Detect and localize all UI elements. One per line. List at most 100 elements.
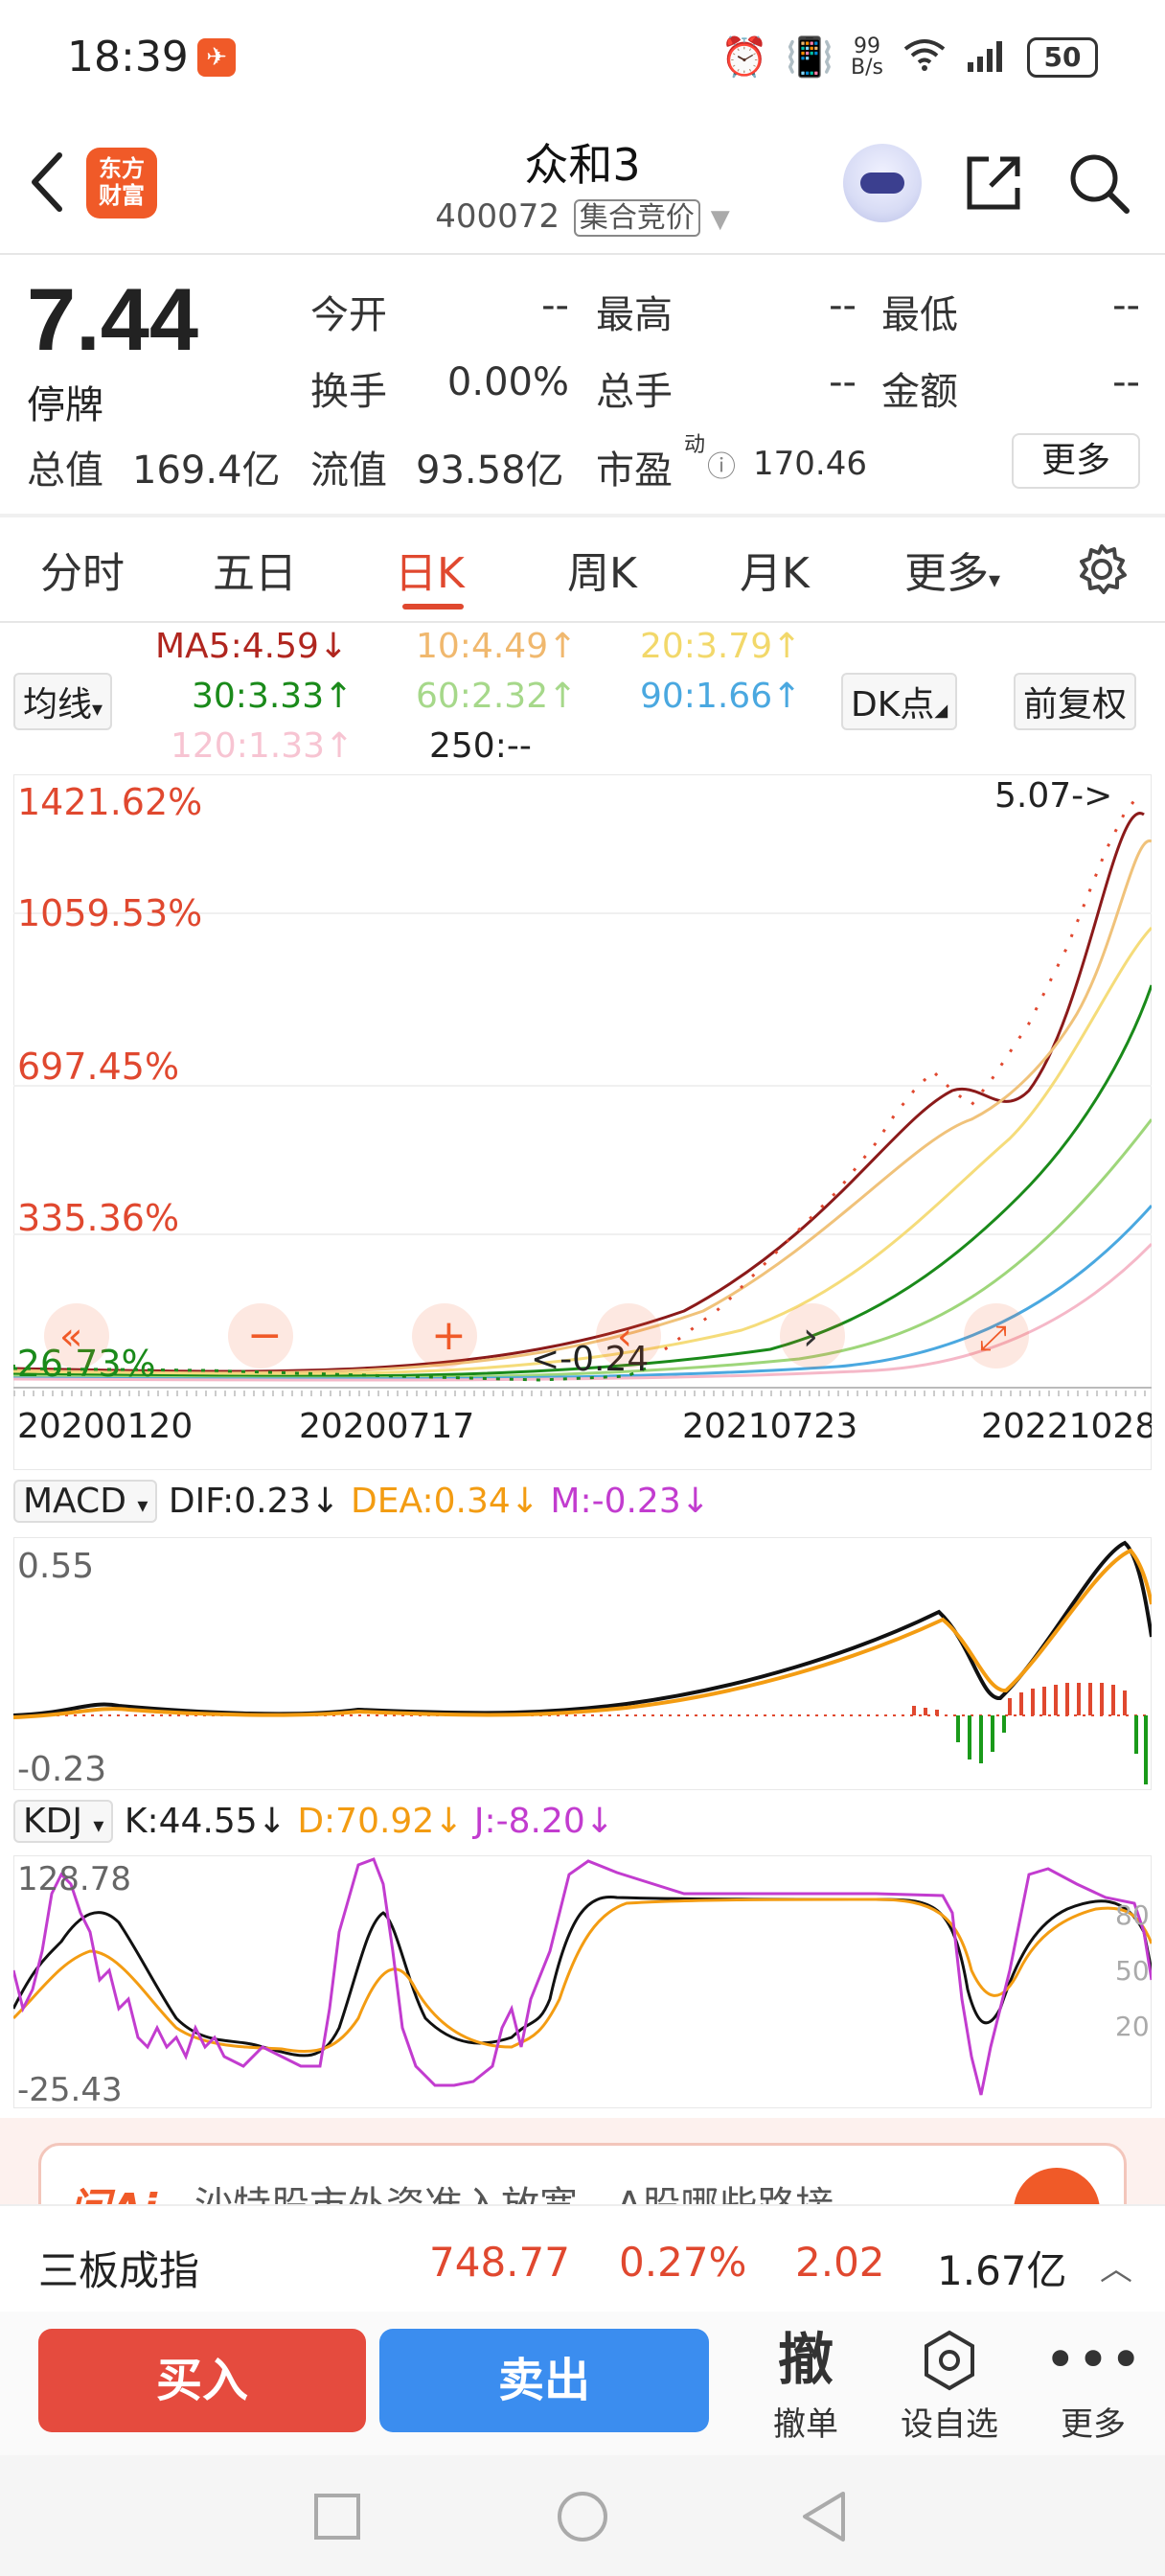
system-navigation-bar: [0, 2455, 1165, 2576]
macd-legend: MACD ▾ DIF:0.23↓ DEA:0.34↓ M:-0.23↓: [13, 1480, 710, 1523]
app-notification-icon: ✈: [197, 38, 236, 77]
ma90-label: 90:1.66↑: [640, 677, 802, 716]
tab-more[interactable]: 更多▾: [904, 539, 1000, 600]
kline-chart[interactable]: 1421.62% 1059.53% 697.45% 335.36% -26.73…: [13, 774, 1152, 1470]
chevron-left-icon: ‹: [617, 1315, 632, 1359]
more-actions-button[interactable]: ••• 更多: [1040, 2321, 1146, 2445]
ma120-label: 120:1.33↑: [171, 726, 354, 766]
kdj-d: D:70.92↓: [297, 1802, 464, 1841]
high-annotation: 5.07->: [994, 776, 1112, 816]
tab-monthly-k[interactable]: 月K: [740, 539, 810, 600]
index-pct: 0.27%: [619, 2239, 747, 2286]
cancel-order-button[interactable]: 撤 撤单: [753, 2321, 858, 2445]
index-ticker-bar[interactable]: 三板成指 748.77 0.27% 2.02 1.67亿 ︿: [0, 2204, 1165, 2312]
tab-five-day[interactable]: 五日: [213, 539, 297, 600]
ma-selector-label: 均线: [23, 685, 93, 724]
dropdown-icon: ▼: [710, 205, 730, 234]
plus-icon: +: [431, 1311, 467, 1360]
ai-logo: 问Ai: [68, 2174, 157, 2204]
battery-icon: 50: [1027, 36, 1098, 78]
active-tab-indicator: [402, 604, 464, 610]
sell-button[interactable]: 卖出: [379, 2329, 709, 2432]
stock-header: 东方 财富 众和3 400072 集合竞价 ▼: [0, 125, 1165, 249]
adjustment-button[interactable]: 前复权: [1014, 673, 1137, 730]
label-high: 最高: [596, 293, 673, 337]
label-turnover: 换手: [310, 370, 387, 414]
kdj-j: J:-8.20↓: [473, 1802, 614, 1841]
ai-news-text: 沙特股市外资准入放宽，A股哪些路接: [194, 2174, 834, 2204]
kdj-chart[interactable]: 128.78 -25.43 80 50 20: [13, 1855, 1152, 2108]
net-speed-unit: B/s: [851, 55, 883, 80]
stock-code: 400072: [435, 197, 560, 236]
ai-news-banner[interactable]: 问Ai 沙特股市外资准入放宽，A股哪些路接: [0, 2118, 1165, 2204]
auction-tag: 集合竞价: [573, 199, 700, 237]
x-label-1: 20200717: [299, 1407, 474, 1446]
system-back-icon[interactable]: [799, 2490, 849, 2543]
tab-intraday[interactable]: 分时: [40, 539, 125, 600]
search-icon[interactable]: [1065, 150, 1132, 217]
info-icon[interactable]: ⓘ: [707, 443, 736, 485]
y-label-2: 697.45%: [17, 1046, 179, 1088]
kdj-legend: KDJ ▾ K:44.55↓ D:70.92↓ J:-8.20↓: [13, 1800, 614, 1843]
period-tabs: 分时 五日 日K 周K 月K 更多▾: [0, 516, 1165, 621]
x-label-3: 20221028: [981, 1407, 1152, 1446]
value-float-value: 93.58亿: [416, 448, 564, 493]
add-watchlist-button[interactable]: 设自选: [897, 2321, 1002, 2445]
signal-icon: [966, 35, 1010, 80]
share-icon[interactable]: [962, 151, 1025, 215]
index-amount: 1.67亿: [937, 2247, 1067, 2294]
value-volume: --: [829, 360, 857, 404]
macd-y-bottom: -0.23: [17, 1750, 106, 1789]
x-label-0: 20200120: [17, 1407, 193, 1446]
chevron-up-icon[interactable]: ︿: [1100, 2242, 1132, 2289]
trade-action-bar: 买入 卖出 撤 撤单 设自选 ••• 更多: [0, 2312, 1165, 2455]
dk-point-button[interactable]: DK点◢: [841, 673, 958, 730]
kdj-y-bottom: -25.43: [17, 2071, 123, 2108]
value-high: --: [829, 284, 857, 328]
tab-daily-k[interactable]: 日K: [395, 539, 465, 600]
alarm-icon: ⏰: [720, 35, 769, 80]
home-icon[interactable]: [556, 2490, 609, 2543]
recent-apps-icon[interactable]: [312, 2492, 362, 2542]
label-pe: 市盈: [596, 448, 673, 493]
ma-selector-button[interactable]: 均线▾: [13, 673, 113, 730]
value-low: --: [1112, 284, 1140, 328]
chevron-right-icon: ›: [803, 1315, 818, 1359]
label-total-value: 总值: [27, 448, 103, 493]
kdj-y-top: 128.78: [17, 1860, 131, 1898]
quote-more-button[interactable]: 更多: [1012, 433, 1140, 489]
macd-chart[interactable]: 0.55 -0.23: [13, 1537, 1152, 1790]
kdj-selector-label: KDJ: [23, 1802, 82, 1841]
expand-icon: ⤢: [979, 1319, 1007, 1358]
ai-assistant-avatar[interactable]: [843, 144, 922, 222]
kdj-selector-button[interactable]: KDJ ▾: [13, 1800, 114, 1843]
y-label-3: 335.36%: [17, 1197, 179, 1239]
gear-icon[interactable]: [1073, 540, 1131, 598]
tab-weekly-k[interactable]: 周K: [567, 539, 637, 600]
y-label-1: 1059.53%: [17, 892, 202, 934]
ai-news-card[interactable]: 问Ai 沙特股市外资准入放宽，A股哪些路接: [38, 2143, 1127, 2204]
macd-selector-label: MACD: [23, 1482, 126, 1521]
pe-sup: 动: [684, 433, 706, 457]
ma60-label: 60:2.32↑: [416, 677, 578, 716]
tab-more-label: 更多: [904, 549, 989, 598]
macd-selector-button[interactable]: MACD ▾: [13, 1480, 158, 1523]
trading-status: 停牌: [27, 383, 103, 427]
value-pe: 170.46: [753, 445, 867, 483]
label-low: 最低: [881, 293, 958, 337]
caret-down-icon: ▾: [137, 1494, 148, 1518]
kdj-k: K:44.55↓: [124, 1802, 286, 1841]
caret-down-icon: ▾: [989, 566, 1001, 593]
tabs-divider: [0, 621, 1165, 623]
buy-button[interactable]: 买入: [38, 2329, 366, 2432]
macd-m: M:-0.23↓: [550, 1482, 710, 1521]
ma10-label: 10:4.49↑: [416, 627, 578, 666]
ma5-label: MA5:4.59↓: [155, 627, 349, 666]
label-open: 今开: [310, 293, 387, 337]
macd-dea: DEA:0.34↓: [351, 1482, 539, 1521]
minus-icon: −: [247, 1311, 283, 1360]
status-bar: 18:39 ✈ ⏰ 📳 99 B/s 50: [0, 0, 1165, 115]
kdj-ref-80: 80: [1115, 1899, 1150, 1931]
value-amount: --: [1112, 360, 1140, 404]
y-label-0: 1421.62%: [17, 781, 202, 823]
